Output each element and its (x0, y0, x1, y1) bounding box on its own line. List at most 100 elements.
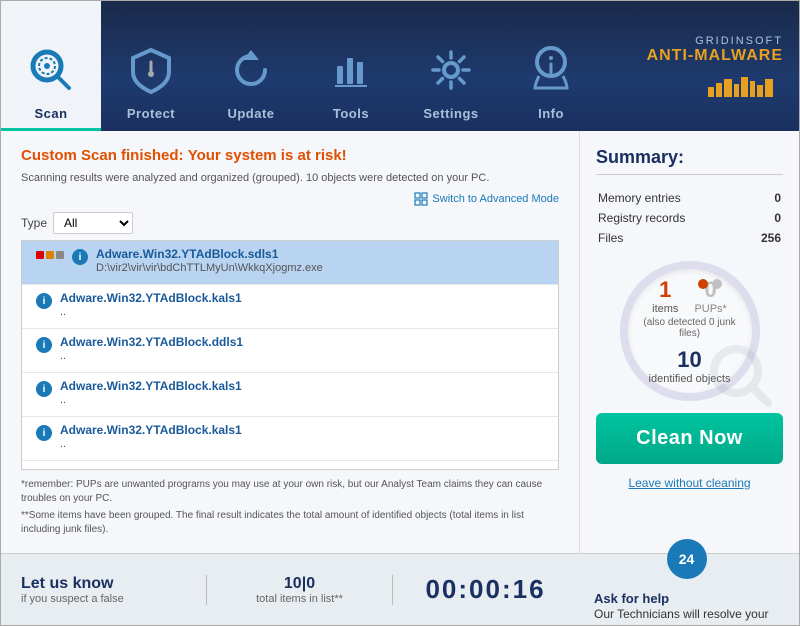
gauge-dots (698, 279, 722, 289)
item-text: Adware.Win32.YTAdBlock.kals1 .. (60, 423, 548, 450)
protect-icon (121, 40, 181, 100)
footer-timer-section: 00:00:16 (393, 574, 578, 605)
footer-count-zero: 0 (306, 575, 315, 593)
footer: Let us know if you suspect a false 10 | … (1, 553, 799, 625)
clean-now-button[interactable]: Clean Now (596, 413, 783, 464)
result-item[interactable]: i Adware.Win32.YTAdBlock.kals1 .. (22, 285, 558, 329)
nav-item-update[interactable]: Update (201, 1, 301, 131)
brand-area: GRIDINSOFT ANTI-MALWARE (601, 1, 799, 131)
result-item[interactable]: i Adware.Win32.YTAdBlock.ddls1 .. (22, 329, 558, 373)
footnote2: **Some items have been grouped. The fina… (21, 509, 559, 537)
gauge-wrapper: 1 items 0 PUPs* (also detected 0 junk fi… (620, 261, 760, 401)
nav-scan-label: Scan (34, 106, 67, 121)
item-path: .. (60, 438, 548, 450)
item-name: Adware.Win32.YTAdBlock.sdls1 (96, 247, 548, 261)
scan-subtitle: Scanning results were analyzed and organ… (21, 172, 559, 184)
footer-help-content: Ask for help Our Technicians will resolv… (594, 591, 779, 626)
brand-logo: GRIDINSOFT ANTI-MALWARE (647, 35, 783, 97)
footnote1: *remember: PUPs are unwanted programs yo… (21, 478, 559, 506)
footer-center: 10 | 0 total items in list** (206, 575, 393, 605)
footer-help-title: Ask for help (594, 591, 779, 606)
leave-without-cleaning-link[interactable]: Leave without cleaning (596, 476, 783, 490)
nav-protect-label: Protect (127, 106, 175, 121)
memory-label: Memory entries (598, 189, 745, 207)
filter-label: Type (21, 216, 47, 230)
gauge-container: 1 items 0 PUPs* (also detected 0 junk fi… (596, 261, 783, 401)
scan-title: Custom Scan finished: Your system is at … (21, 147, 559, 164)
footer-left: Let us know if you suspect a false (21, 575, 206, 605)
nav-item-tools[interactable]: Tools (301, 1, 401, 131)
item-text: Adware.Win32.YTAdBlock.ddls1 .. (60, 335, 548, 362)
files-value: 256 (747, 229, 781, 247)
footer-center-sub: total items in list** (256, 593, 343, 605)
files-label: Files (598, 229, 745, 247)
nav-info-label: Info (538, 106, 564, 121)
brand-city-icon (703, 69, 783, 97)
item-info-icon: i (36, 381, 52, 397)
footer-right: 24 Ask for help Our Technicians will res… (578, 539, 779, 626)
scan-title-risk: Your system is at risk! (188, 147, 347, 164)
filter-select[interactable]: All Malware PUPs (53, 212, 133, 234)
results-list[interactable]: i Adware.Win32.YTAdBlock.sdls1 D:\vir2\v… (21, 240, 559, 470)
item-path: D:\vir2\vir\vir\bdChTTLMyUn\WkkqXjogmz.e… (96, 262, 548, 274)
help-badge: 24 (679, 551, 695, 567)
right-panel: Summary: Memory entries 0 Registry recor… (579, 131, 799, 553)
result-item[interactable]: i Adware.Win32.YTAdBlock.kals1 .. (22, 373, 558, 417)
nav-item-info[interactable]: Info (501, 1, 601, 131)
result-item[interactable]: i Adware.Win32.YTAdBlock.kals1 .. (22, 417, 558, 461)
item-info-icon: i (36, 337, 52, 353)
items-label: items (652, 303, 678, 315)
registry-value: 0 (747, 209, 781, 227)
pups-label: PUPs* (694, 303, 726, 315)
registry-label: Registry records (598, 209, 745, 227)
info-icon (521, 40, 581, 100)
brand-top: GRIDINSOFT (695, 35, 783, 47)
summary-table: Memory entries 0 Registry records 0 File… (596, 187, 783, 249)
advanced-mode-link[interactable]: Switch to Advanced Mode (21, 192, 559, 206)
scan-title-static: Custom Scan finished: (21, 147, 184, 164)
items-count: 1 (659, 277, 671, 303)
nav-tools-label: Tools (333, 106, 369, 121)
item-name: Adware.Win32.YTAdBlock.kals1 (60, 423, 548, 437)
nav-settings-label: Settings (423, 106, 478, 121)
settings-icon (421, 40, 481, 100)
gauge-items-stat: 1 items (652, 277, 678, 315)
scan-icon (21, 40, 81, 100)
summary-title: Summary: (596, 147, 783, 175)
memory-value: 0 (747, 189, 781, 207)
dot-gray (56, 251, 64, 259)
nav-item-settings[interactable]: Settings (401, 1, 501, 131)
nav-item-protect[interactable]: Protect (101, 1, 201, 131)
gauge-sub: (also detected 0 junk files) (628, 317, 752, 339)
header: Scan Protect Update (1, 1, 799, 131)
item-info-icon: i (36, 425, 52, 441)
item-text: Adware.Win32.YTAdBlock.kals1 .. (60, 291, 548, 318)
dot-orange (46, 251, 54, 259)
magnifier-decoration (706, 341, 776, 411)
item-indicators (36, 251, 64, 259)
item-name: Adware.Win32.YTAdBlock.ddls1 (60, 335, 548, 349)
item-name: Adware.Win32.YTAdBlock.kals1 (60, 291, 548, 305)
left-panel: Custom Scan finished: Your system is at … (1, 131, 579, 553)
brand-bottom: ANTI-MALWARE (647, 47, 783, 65)
item-text: Adware.Win32.YTAdBlock.kals1 .. (60, 379, 548, 406)
item-text: Adware.Win32.YTAdBlock.sdls1 D:\vir2\vir… (96, 247, 548, 274)
footer-timer: 00:00:16 (425, 574, 545, 605)
help-icon: 24 (667, 539, 707, 579)
nav-item-scan[interactable]: Scan (1, 1, 101, 131)
footer-count: 10 | 0 (284, 575, 315, 593)
dot-red (36, 251, 44, 259)
result-item[interactable]: i Adware.Win32.YTAdBlock.sdls1 D:\vir2\v… (22, 241, 558, 285)
footer-count-main: 10 (284, 575, 302, 593)
footer-left-sub: if you suspect a false (21, 593, 206, 605)
main-content: Custom Scan finished: Your system is at … (1, 131, 799, 553)
advanced-mode-label: Switch to Advanced Mode (432, 193, 559, 205)
filter-row: Type All Malware PUPs (21, 212, 559, 234)
footer-left-main: Let us know (21, 575, 206, 593)
item-info-icon: i (72, 249, 88, 265)
tools-icon (321, 40, 381, 100)
app-window: Scan Protect Update (0, 0, 800, 626)
gauge-dot-red (698, 279, 708, 289)
footnotes: *remember: PUPs are unwanted programs yo… (21, 478, 559, 537)
item-path: .. (60, 394, 548, 406)
